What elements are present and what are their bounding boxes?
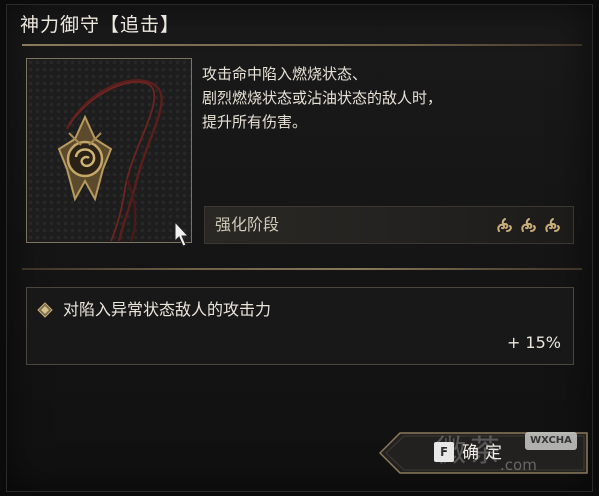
flame-swirl-icon bbox=[545, 218, 560, 232]
title-divider bbox=[22, 44, 582, 46]
watermark-url: .com bbox=[500, 456, 537, 474]
effect-name: 对陷入异常状态敌人的攻击力 bbox=[63, 300, 272, 319]
item-title: 神力御守【追击】 bbox=[20, 14, 181, 36]
pendant-amulet-icon bbox=[57, 79, 163, 242]
item-description: 攻击命中陷入燃烧状态、 剧烈燃烧状态或沾油状态的敌人时， 提升所有伤害。 bbox=[202, 65, 443, 131]
section-divider bbox=[22, 268, 582, 270]
mouse-cursor-icon bbox=[174, 220, 190, 251]
enhance-stage-bar: 强化阶段 bbox=[204, 206, 574, 244]
watermark-badge: WXCHA bbox=[525, 432, 577, 450]
enhance-stage-icons bbox=[495, 215, 563, 235]
enhance-stage-label: 强化阶段 bbox=[215, 215, 280, 234]
effect-panel: 对陷入异常状态敌人的攻击力 + 15% bbox=[26, 287, 574, 365]
effect-value: + 15% bbox=[506, 333, 561, 352]
watermark-text: 微茶 bbox=[436, 434, 504, 469]
item-icon-frame bbox=[26, 58, 192, 243]
flame-swirl-icon bbox=[521, 218, 536, 232]
diamond-bullet-icon bbox=[37, 302, 53, 318]
flame-swirl-icon bbox=[497, 218, 512, 232]
